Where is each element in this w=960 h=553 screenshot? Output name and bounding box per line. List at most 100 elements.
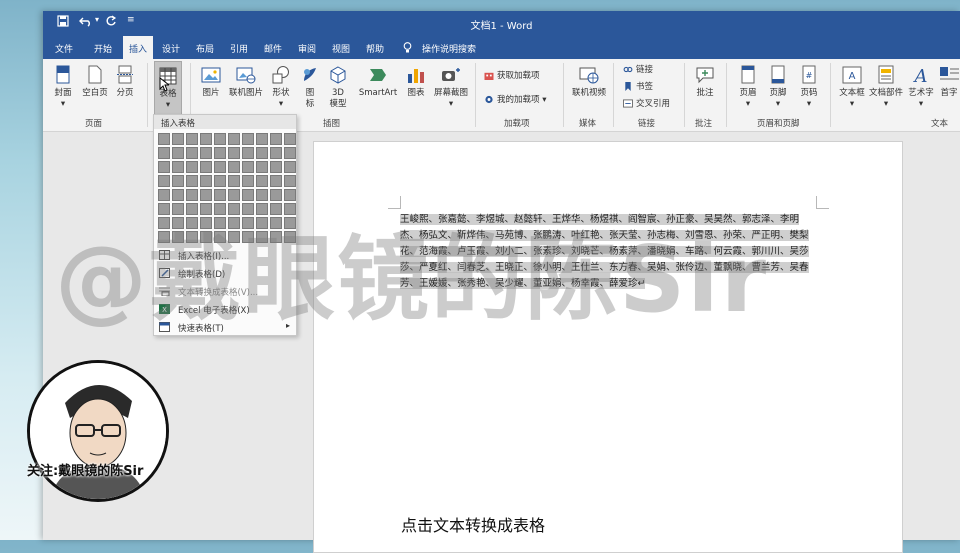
table-grid-cell[interactable] [242, 175, 254, 187]
wordart-button[interactable]: A 艺术字 ▾ [906, 65, 936, 110]
comment-button[interactable]: 批注 [691, 65, 719, 99]
table-grid-cell[interactable] [242, 189, 254, 201]
tab-mailings[interactable]: 邮件 [264, 42, 282, 55]
table-grid-cell[interactable] [200, 133, 212, 145]
table-grid-cell[interactable] [256, 161, 268, 173]
online-video-button[interactable]: 联机视频 [569, 65, 609, 99]
table-grid-cell[interactable] [186, 175, 198, 187]
shapes-button[interactable]: 形状 ▾ [268, 65, 294, 110]
table-grid-cell[interactable] [214, 175, 226, 187]
table-grid-cell[interactable] [172, 147, 184, 159]
table-grid-cell[interactable] [200, 147, 212, 159]
cover-page-button[interactable]: 封面 ▾ [50, 65, 76, 110]
bookmark-button[interactable]: 书签 [623, 80, 653, 92]
table-grid-cell[interactable] [200, 175, 212, 187]
tab-file[interactable]: 文件 [55, 42, 73, 55]
icons-button[interactable]: 图标 [299, 65, 321, 110]
table-grid-cell[interactable] [284, 147, 296, 159]
table-grid-cell[interactable] [214, 133, 226, 145]
cross-reference-button[interactable]: 交叉引用 [623, 97, 670, 109]
table-grid-cell[interactable] [228, 133, 240, 145]
group-comments-label: 批注 [695, 119, 713, 129]
table-grid-cell[interactable] [214, 161, 226, 173]
tab-help[interactable]: 帮助 [366, 42, 384, 55]
drop-cap-button[interactable]: 首字 [938, 65, 960, 99]
tab-insert[interactable]: 插入 [123, 36, 154, 59]
table-grid-cell[interactable] [228, 147, 240, 159]
pictures-button[interactable]: 图片 [198, 65, 224, 99]
tab-home[interactable]: 开始 [94, 42, 112, 55]
table-grid-cell[interactable] [270, 161, 282, 173]
drop-cap-label: 首字 [940, 88, 958, 98]
tell-me-search[interactable]: 操作说明搜索 [422, 42, 476, 55]
my-addins-button[interactable]: 我的加载项 ▾ [484, 93, 546, 105]
table-grid-cell[interactable] [200, 189, 212, 201]
table-grid-cell[interactable] [214, 189, 226, 201]
tab-layout[interactable]: 布局 [196, 42, 214, 55]
table-grid-cell[interactable] [256, 147, 268, 159]
table-grid-cell[interactable] [158, 161, 170, 173]
header-button[interactable]: 页眉 ▾ [735, 65, 761, 110]
footer-label: 页脚 [769, 88, 787, 98]
table-grid-cell[interactable] [284, 161, 296, 173]
textbox-button[interactable]: A 文本框 ▾ [837, 65, 867, 110]
table-grid-cell[interactable] [158, 175, 170, 187]
blank-page-button[interactable]: 空白页 [80, 65, 110, 99]
chart-button[interactable]: 图表 [403, 65, 429, 99]
table-grid-cell[interactable] [228, 175, 240, 187]
chart-icon [408, 69, 424, 83]
table-grid-cell[interactable] [270, 189, 282, 201]
page-number-button[interactable]: # 页码 ▾ [796, 65, 822, 110]
table-grid-cell[interactable] [256, 133, 268, 145]
quick-parts-icon [878, 65, 894, 84]
table-grid-cell[interactable] [242, 133, 254, 145]
shapes-icon [272, 66, 289, 84]
table-grid-cell[interactable] [270, 175, 282, 187]
link-icon [623, 66, 633, 73]
3d-models-button[interactable]: 3D 模型 [325, 65, 351, 110]
quick-parts-button[interactable]: 文档部件 ▾ [869, 65, 903, 110]
table-grid-cell[interactable] [284, 133, 296, 145]
screenshot-button[interactable]: 屏幕截图 ▾ [431, 65, 471, 110]
table-grid-cell[interactable] [186, 147, 198, 159]
table-grid-cell[interactable] [284, 175, 296, 187]
ribbon-separator [830, 63, 831, 127]
table-grid-cell[interactable] [270, 133, 282, 145]
document-page[interactable]: 王峻熙、张嘉懿、李煜城、赵懿轩、王烨华、杨煜祺、阎智宸、孙正豪、吴昊然、郭志泽、… [313, 141, 903, 553]
table-grid-cell[interactable] [214, 147, 226, 159]
tab-design[interactable]: 设计 [162, 42, 180, 55]
get-addins-button[interactable]: 获取加载项 [484, 69, 540, 81]
table-grid-cell[interactable] [284, 189, 296, 201]
table-grid-cell[interactable] [172, 133, 184, 145]
table-grid-cell[interactable] [256, 189, 268, 201]
link-button[interactable]: 链接 [623, 63, 653, 75]
table-grid-cell[interactable] [172, 161, 184, 173]
table-grid-cell[interactable] [228, 189, 240, 201]
textbox-label: 文本框 [839, 88, 865, 98]
table-grid-cell[interactable] [172, 175, 184, 187]
table-grid-cell[interactable] [200, 161, 212, 173]
smartart-button[interactable]: SmartArt [356, 65, 400, 99]
table-grid-cell[interactable] [186, 133, 198, 145]
3d-models-label: 3D 模型 [329, 88, 347, 109]
online-pictures-button[interactable]: 联机图片 [227, 65, 265, 99]
table-grid-cell[interactable] [242, 161, 254, 173]
footer-button[interactable]: 页脚 ▾ [765, 65, 791, 110]
watermark-text: @戴眼镜的陈Sir [55, 226, 769, 333]
table-grid-cell[interactable] [270, 147, 282, 159]
table-grid-cell[interactable] [242, 147, 254, 159]
table-grid-cell[interactable] [256, 175, 268, 187]
table-grid-cell[interactable] [158, 133, 170, 145]
table-grid-cell[interactable] [158, 189, 170, 201]
table-grid-cell[interactable] [186, 189, 198, 201]
comment-icon [696, 67, 714, 84]
cross-reference-label: 交叉引用 [636, 99, 671, 109]
table-grid-cell[interactable] [186, 161, 198, 173]
tab-view[interactable]: 视图 [332, 42, 350, 55]
page-break-button[interactable]: 分页 [113, 65, 137, 99]
tab-references[interactable]: 引用 [230, 42, 248, 55]
table-grid-cell[interactable] [158, 147, 170, 159]
table-grid-cell[interactable] [172, 189, 184, 201]
tab-review[interactable]: 审阅 [298, 42, 316, 55]
table-grid-cell[interactable] [228, 161, 240, 173]
